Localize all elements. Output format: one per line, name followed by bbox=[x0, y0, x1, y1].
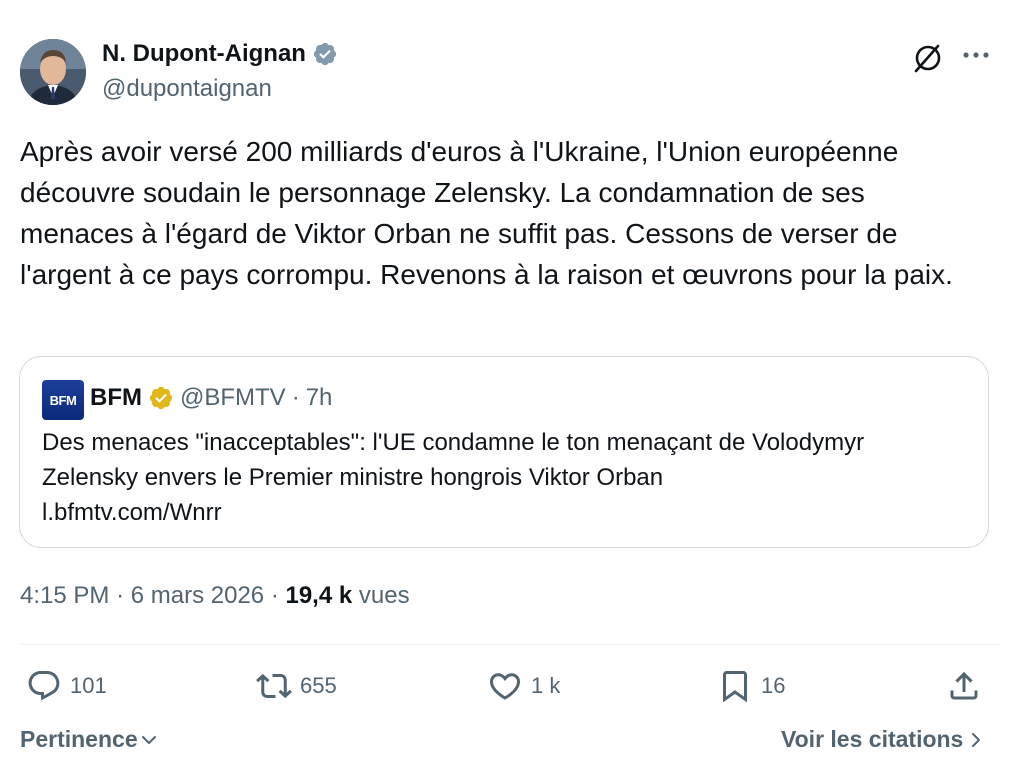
bfm-logo: BFM bbox=[42, 380, 84, 420]
tweet-text: Après avoir versé 200 milliards d'euros … bbox=[20, 136, 953, 290]
chevron-right-icon bbox=[972, 732, 981, 747]
share-button[interactable] bbox=[946, 666, 982, 706]
reply-icon bbox=[28, 671, 60, 701]
verified-badge-icon bbox=[313, 42, 337, 66]
repost-button[interactable]: 655 bbox=[256, 666, 337, 706]
view-quotes-link[interactable]: Voir les citations bbox=[781, 726, 983, 753]
repost-icon bbox=[256, 673, 292, 699]
meta-separator: · bbox=[116, 582, 125, 609]
sort-dropdown[interactable]: Pertinence bbox=[20, 726, 158, 753]
quoted-tweet-time[interactable]: 7h bbox=[306, 384, 333, 412]
bookmark-button[interactable]: 16 bbox=[717, 666, 785, 706]
author-avatar[interactable] bbox=[20, 39, 86, 105]
quoted-tweet-text: Des menaces "inacceptables": l'UE condam… bbox=[42, 425, 972, 530]
quoted-text-line: Zelensky envers le Premier ministre hong… bbox=[42, 464, 664, 491]
quoted-tweet-header: BFM @BFMTV · 7h bbox=[90, 384, 332, 412]
chevron-down-icon bbox=[141, 735, 156, 744]
like-count: 1 k bbox=[531, 673, 561, 698]
views-count: 19,4 k bbox=[285, 582, 353, 609]
tweet-time[interactable]: 4:15 PM bbox=[20, 582, 109, 609]
repost-count: 655 bbox=[300, 673, 337, 698]
avatar-portrait-icon bbox=[20, 39, 86, 105]
view-quotes-label: Voir les citations bbox=[781, 726, 964, 752]
meta-separator: · bbox=[270, 582, 279, 609]
author-name[interactable]: N. Dupont-Aignan bbox=[102, 40, 306, 68]
quoted-link[interactable]: l.bfmtv.com/Wnrr bbox=[42, 495, 972, 530]
reply-button[interactable]: 101 bbox=[26, 666, 107, 706]
verified-gold-badge-icon bbox=[149, 386, 173, 410]
quoted-text-line: Des menaces "inacceptables": l'UE condam… bbox=[42, 429, 865, 456]
views-label: vues bbox=[358, 582, 410, 609]
divider bbox=[20, 644, 1000, 645]
tweet-date[interactable]: 6 mars 2026 bbox=[131, 582, 264, 609]
author-handle[interactable]: @dupontaignan bbox=[102, 75, 272, 103]
like-button[interactable]: 1 k bbox=[487, 666, 560, 706]
bookmark-count: 16 bbox=[761, 673, 786, 698]
reply-count: 101 bbox=[70, 673, 107, 698]
bookmark-icon bbox=[723, 671, 747, 703]
more-icon[interactable] bbox=[958, 40, 994, 70]
share-icon bbox=[950, 671, 978, 700]
tweet-meta: 4:15 PM · 6 mars 2026 · 19,4 k vues bbox=[20, 582, 410, 610]
author-name-row[interactable]: N. Dupont-Aignan bbox=[102, 40, 338, 68]
quoted-author-handle[interactable]: @BFMTV bbox=[180, 384, 286, 412]
quoted-author-name[interactable]: BFM bbox=[90, 384, 142, 412]
heart-icon bbox=[489, 673, 521, 700]
sort-label: Pertinence bbox=[20, 726, 138, 752]
meta-separator: · bbox=[291, 384, 300, 411]
slashed-circle-icon[interactable] bbox=[910, 40, 946, 76]
